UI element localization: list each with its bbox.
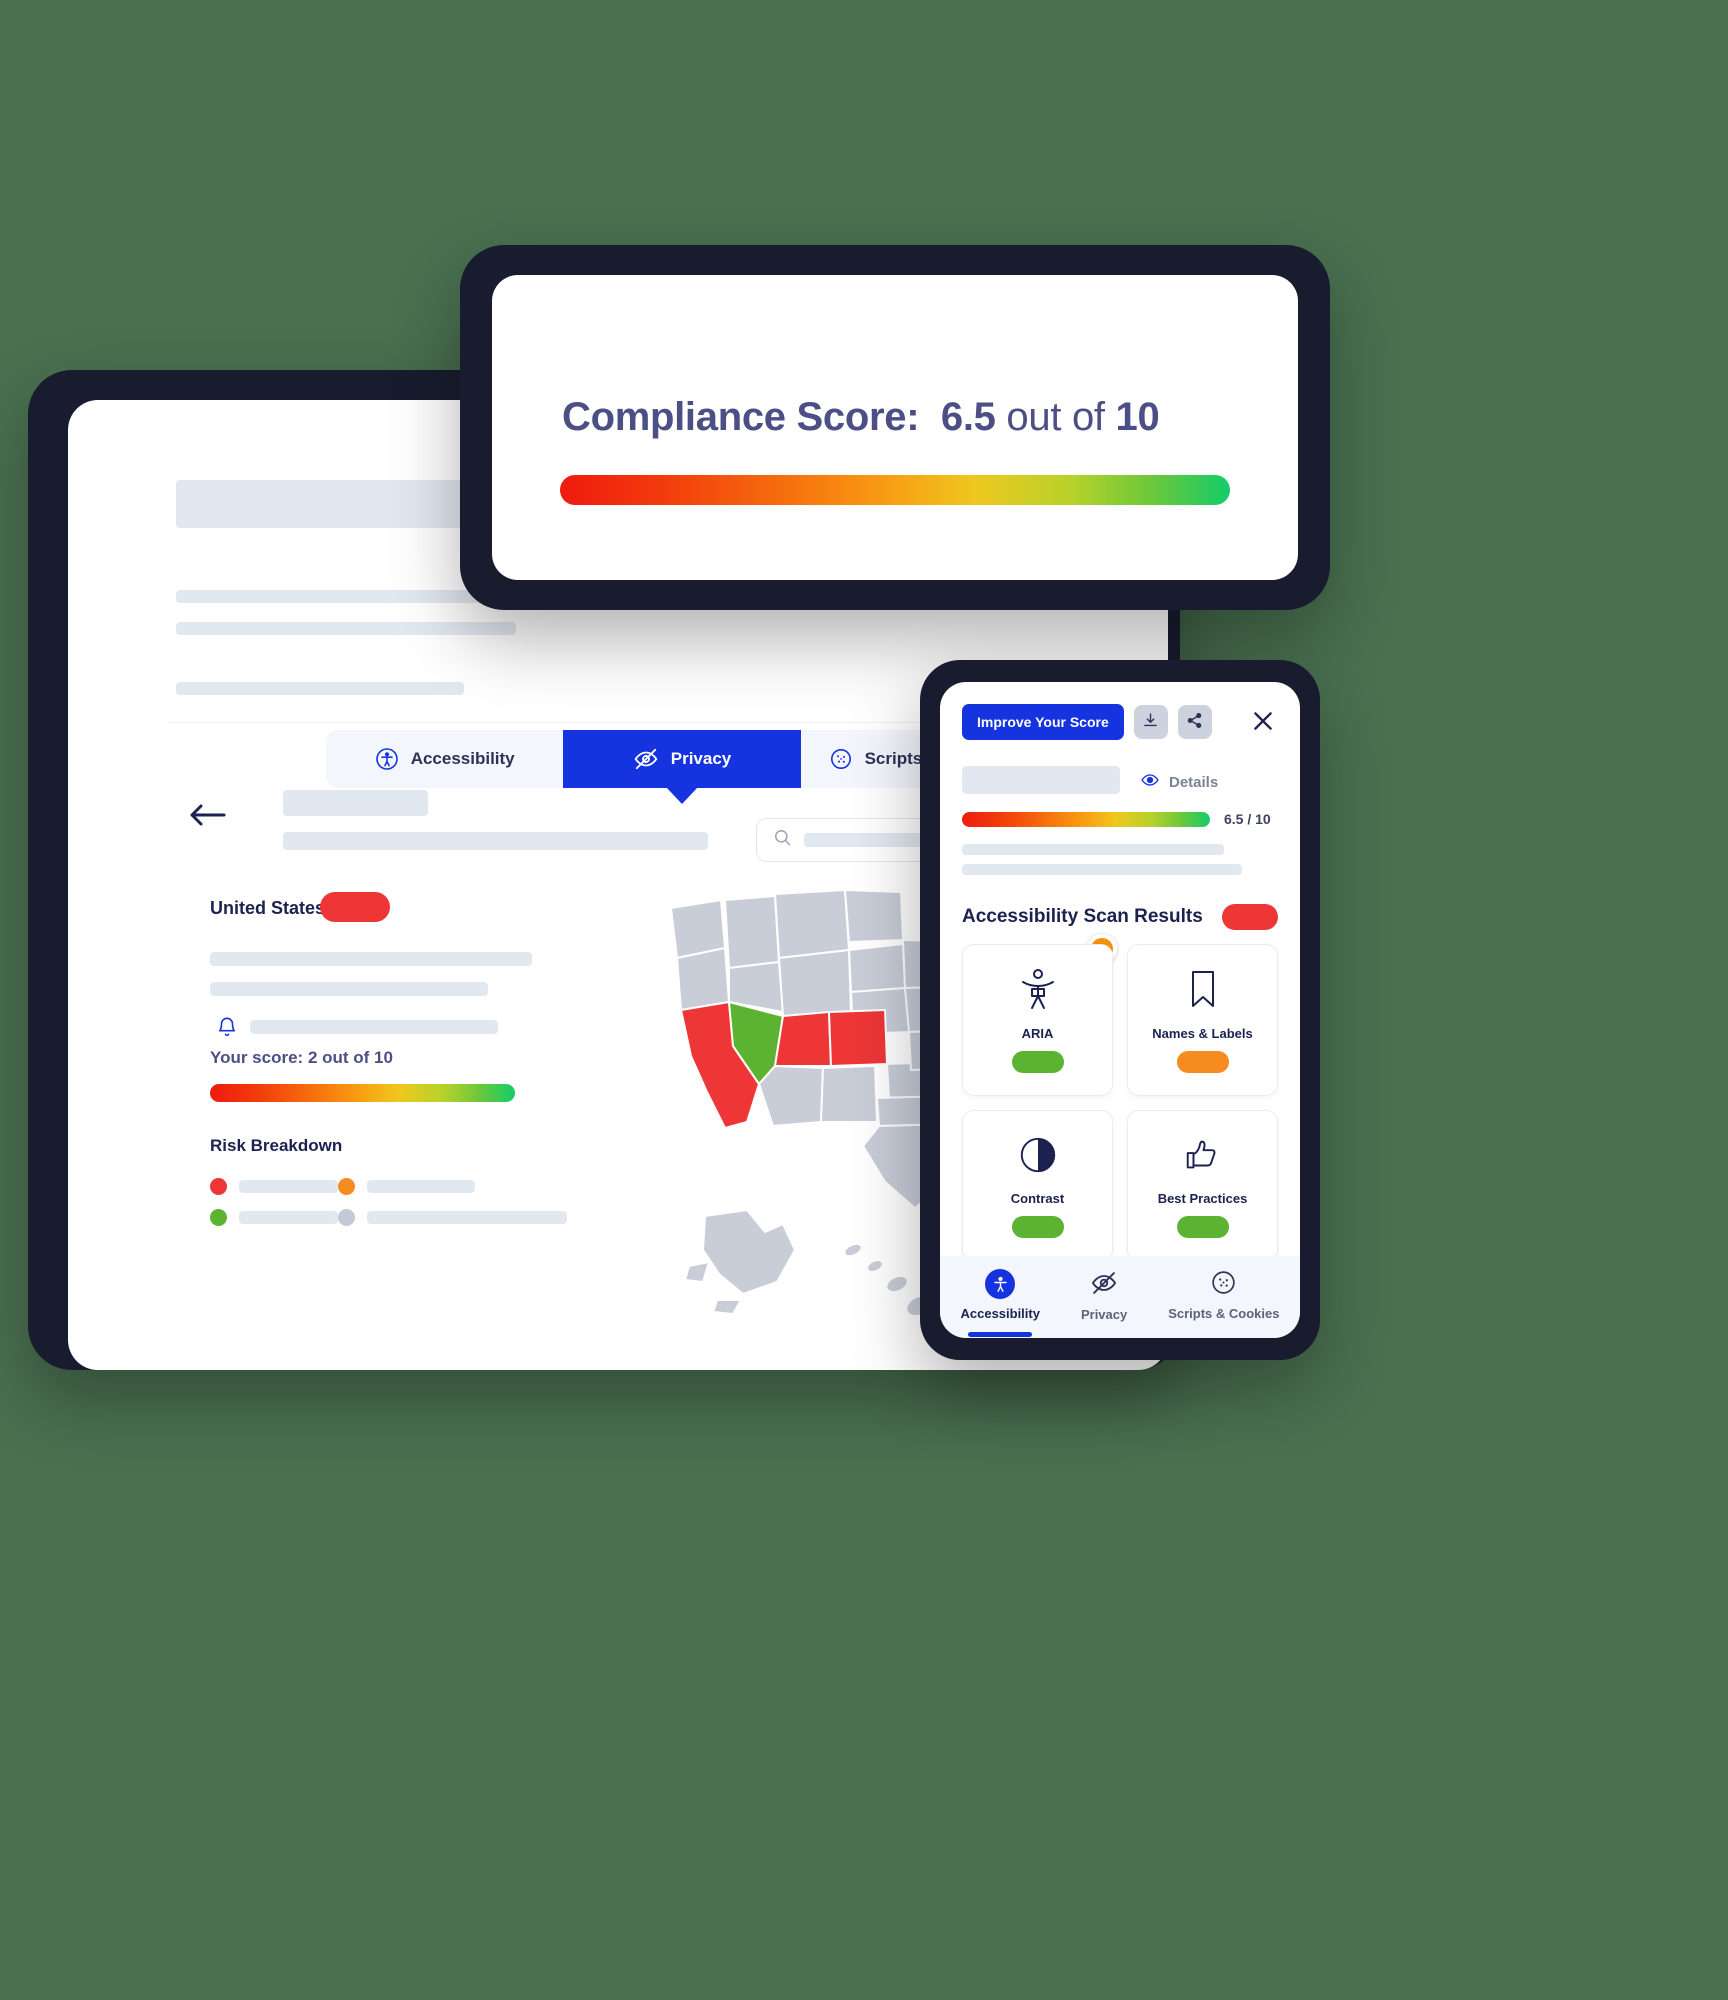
- risk-skeleton-label: [367, 1180, 475, 1193]
- risk-dot-neutral: [338, 1209, 355, 1226]
- scan-card-names-labels[interactable]: Names & Labels: [1127, 944, 1278, 1096]
- screenshot-stage: Accessibility Privacy Scripts United Sta…: [0, 0, 1728, 2000]
- thumbs-up-icon: [1182, 1134, 1224, 1181]
- accessibility-icon: [985, 1269, 1016, 1299]
- compliance-score-bar[interactable]: [560, 475, 1230, 505]
- nav-privacy[interactable]: Privacy: [1081, 1269, 1127, 1332]
- skeleton-page-title: [283, 790, 428, 816]
- active-tab-pointer: [665, 787, 698, 804]
- scan-card-label: Best Practices: [1157, 1191, 1248, 1206]
- skeleton-line: [210, 952, 532, 966]
- tab-accessibility[interactable]: Accessibility: [326, 730, 563, 788]
- scan-results-title: Accessibility Scan Results: [962, 906, 1203, 927]
- risk-skeleton-label: [239, 1180, 338, 1193]
- your-score-bar[interactable]: [210, 1084, 515, 1102]
- nav-label: Scripts & Cookies: [1168, 1306, 1280, 1321]
- country-label: United States: [210, 898, 326, 918]
- scan-results-grid: ARIA Names & Labels Contrast Best Practi…: [962, 944, 1278, 1262]
- details-link[interactable]: Details: [1140, 770, 1218, 794]
- risk-skeleton-label: [239, 1211, 338, 1224]
- cookie-icon: [829, 747, 853, 771]
- skeleton-line: [962, 864, 1242, 875]
- risk-dot-warning: [338, 1178, 355, 1195]
- nav-label: Accessibility: [960, 1306, 1040, 1321]
- bookmark-icon: [1185, 967, 1221, 1016]
- contrast-icon: [1017, 1134, 1059, 1181]
- your-score-label: Your score: 2 out of 10: [210, 1048, 393, 1067]
- skeleton-field: [962, 766, 1120, 794]
- compliance-score-value: 6.5: [940, 395, 996, 439]
- scan-results-status-badge: [1222, 904, 1278, 930]
- download-icon: [1142, 712, 1159, 732]
- close-icon[interactable]: [1250, 708, 1276, 739]
- compliance-card-frame: Compliance Score: 6.5 out of 10: [460, 245, 1330, 610]
- eye-off-icon: [633, 746, 659, 772]
- download-button[interactable]: [1133, 705, 1168, 739]
- risk-dot-pass: [210, 1209, 227, 1226]
- nav-accessibility[interactable]: Accessibility: [960, 1269, 1040, 1331]
- scan-card-best-practices[interactable]: Best Practices: [1127, 1110, 1278, 1262]
- share-button[interactable]: [1177, 705, 1212, 739]
- bell-icon[interactable]: [216, 1015, 238, 1044]
- skeleton-line: [210, 982, 488, 996]
- skeleton-line: [250, 1020, 498, 1034]
- skeleton-title-block: [176, 480, 466, 528]
- scan-card-label: Contrast: [1010, 1191, 1065, 1206]
- widget-bottom-nav: Accessibility Privacy Scripts & Cookies: [940, 1256, 1300, 1338]
- risk-dot-critical: [210, 1178, 227, 1195]
- compliance-card: Compliance Score: 6.5 out of 10: [492, 275, 1298, 580]
- search-icon: [773, 828, 792, 852]
- widget-header: Improve Your Score: [962, 704, 1212, 740]
- skeleton-line: [176, 622, 516, 635]
- back-arrow-icon[interactable]: [188, 800, 226, 835]
- tab-privacy[interactable]: Privacy: [563, 730, 801, 804]
- risk-breakdown-title: Risk Breakdown: [210, 1136, 343, 1155]
- scan-card-status: [1176, 1051, 1229, 1073]
- skeleton-line: [176, 590, 516, 603]
- accessibility-widget: Improve Your Score Details 6.5 / 10 Acce…: [940, 682, 1300, 1338]
- risk-item: [210, 1178, 338, 1195]
- tab-label: Privacy: [670, 749, 732, 768]
- scan-card-label: ARIA: [1021, 1026, 1054, 1041]
- nav-scripts-cookies[interactable]: Scripts & Cookies: [1168, 1269, 1279, 1331]
- accessibility-icon: [375, 747, 399, 771]
- widget-score-value: 6.5 / 10: [1224, 811, 1271, 827]
- risk-item: [338, 1178, 610, 1195]
- risk-skeleton-label: [367, 1211, 567, 1224]
- scan-card-label: Names & Labels: [1152, 1026, 1253, 1041]
- cookie-icon: [1210, 1269, 1237, 1299]
- share-icon: [1186, 712, 1203, 732]
- skeleton-line: [176, 682, 464, 695]
- details-label: Details: [1169, 773, 1219, 791]
- widget-score-bar[interactable]: [962, 812, 1210, 964]
- scan-card-status: [1176, 1216, 1229, 1238]
- nav-label: Privacy: [1080, 1306, 1128, 1322]
- eye-icon: [1140, 770, 1160, 794]
- scan-card-status: [1011, 1216, 1064, 1238]
- scan-card-contrast[interactable]: Contrast: [962, 1110, 1113, 1262]
- risk-breakdown-list: [210, 1178, 610, 1226]
- skeleton-line: [962, 844, 1224, 855]
- compliance-score-max: 10: [1115, 395, 1160, 439]
- risk-item: [338, 1209, 610, 1226]
- country-status-badge: [320, 892, 390, 922]
- scan-card-aria[interactable]: ARIA: [962, 944, 1113, 1096]
- tab-label: Accessibility: [410, 749, 515, 768]
- improve-your-score-button[interactable]: Improve Your Score: [962, 704, 1124, 740]
- risk-item: [210, 1209, 338, 1226]
- skeleton-page-subtitle: [283, 832, 708, 850]
- eye-off-icon: [1090, 1269, 1118, 1300]
- compliance-score-connector: out of: [1006, 395, 1105, 439]
- accessibility-person-icon: [1018, 967, 1058, 1016]
- scan-card-status: [1011, 1051, 1064, 1073]
- widget-device-frame: Improve Your Score Details 6.5 / 10 Acce…: [920, 660, 1320, 1360]
- scan-results-header: Accessibility Scan Results: [962, 904, 1278, 930]
- compliance-score-title: Compliance Score: 6.5 out of 10: [562, 395, 1160, 439]
